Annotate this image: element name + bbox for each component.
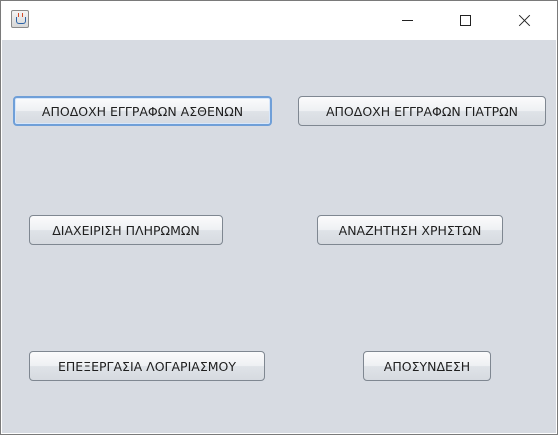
minimize-button[interactable] bbox=[384, 1, 430, 39]
title-bar[interactable] bbox=[1, 1, 557, 39]
maximize-icon bbox=[459, 14, 471, 26]
accept-doctor-registrations-button[interactable]: ΑΠΟΔΟΧΗ ΕΓΓΡΑΦΩΝ ΓΙΑΤΡΩΝ bbox=[298, 96, 546, 126]
minimize-icon bbox=[401, 19, 413, 21]
java-cup-glyph bbox=[16, 17, 26, 24]
search-users-button[interactable]: ΑΝΑΖΗΤΗΣΗ ΧΡΗΣΤΩΝ bbox=[317, 215, 503, 245]
close-button[interactable] bbox=[501, 1, 547, 39]
close-icon bbox=[518, 14, 531, 27]
edit-account-button[interactable]: ΕΠΕΞΕΡΓΑΣΙΑ ΛΟΓΑΡΙΑΣΜΟΥ bbox=[29, 351, 265, 381]
maximize-button[interactable] bbox=[442, 1, 488, 39]
manage-payments-button[interactable]: ΔΙΑΧΕΙΡΙΣΗ ΠΛΗΡΩΜΩΝ bbox=[29, 215, 223, 245]
accept-patient-registrations-button[interactable]: ΑΠΟΔΟΧΗ ΕΓΓΡΑΦΩΝ ΑΣΘΕΝΩΝ bbox=[13, 96, 272, 126]
java-cup-icon[interactable] bbox=[11, 10, 29, 28]
admin-menu-panel: ΑΠΟΔΟΧΗ ΕΓΓΡΑΦΩΝ ΑΣΘΕΝΩΝ ΑΠΟΔΟΧΗ ΕΓΓΡΑΦΩ… bbox=[2, 40, 556, 433]
app-window: ΑΠΟΔΟΧΗ ΕΓΓΡΑΦΩΝ ΑΣΘΕΝΩΝ ΑΠΟΔΟΧΗ ΕΓΓΡΑΦΩ… bbox=[0, 0, 558, 435]
logout-button[interactable]: ΑΠΟΣΥΝΔΕΣΗ bbox=[363, 351, 491, 381]
